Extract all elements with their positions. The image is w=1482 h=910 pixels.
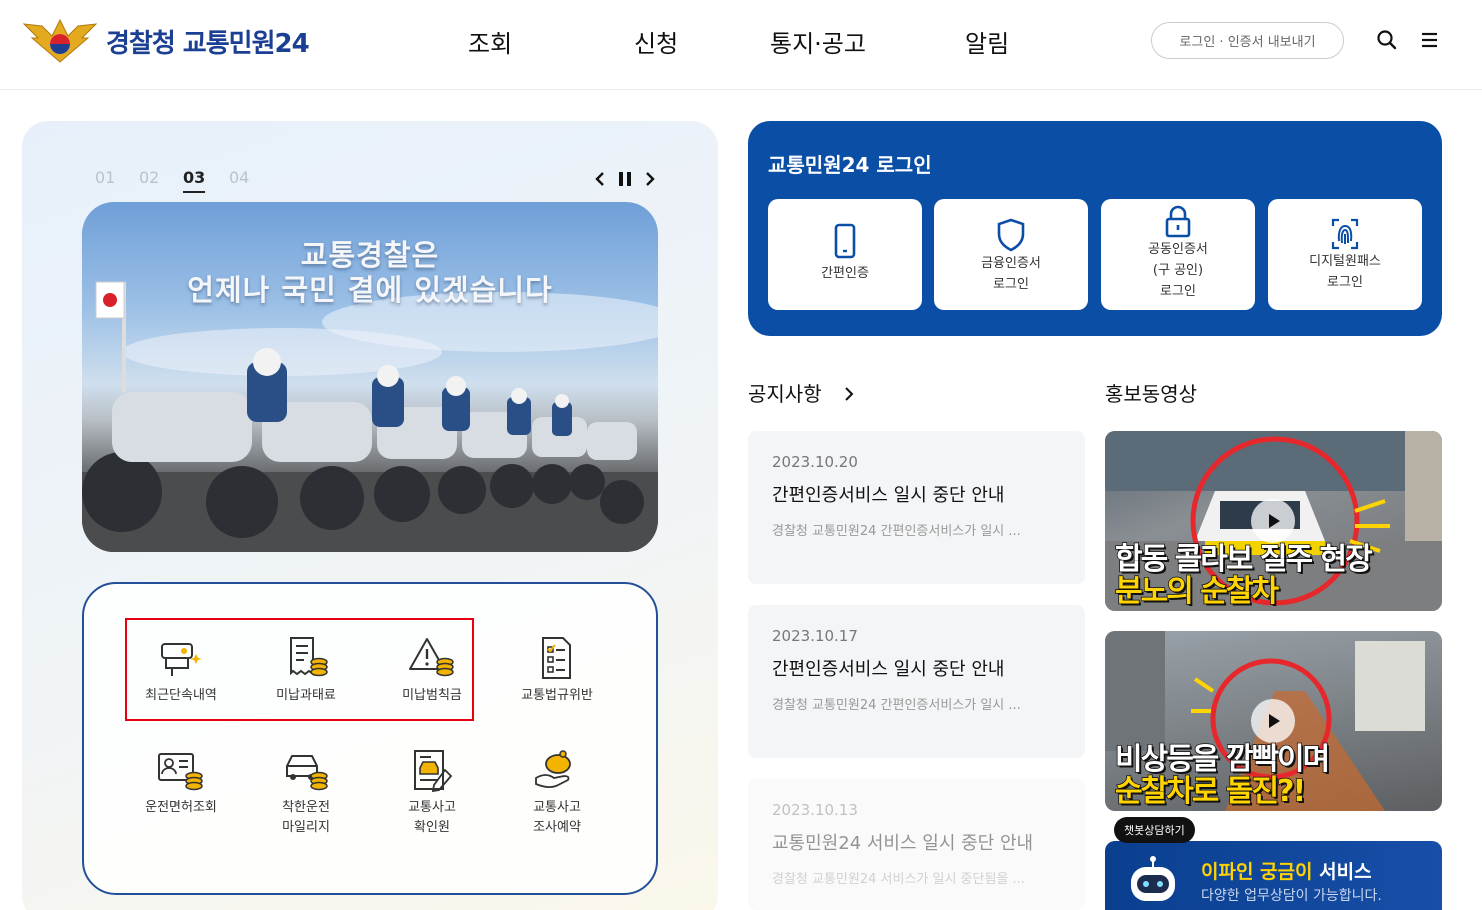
video-thumbnail[interactable]: 합동 콜라보 질주 현장 분노의 순찰차: [1105, 431, 1442, 611]
notice-item[interactable]: 2023.10.13 교통민원24 서비스 일시 중단 안내 경찰청 교통민원2…: [748, 779, 1085, 910]
nav-alerts[interactable]: 알림: [965, 24, 1009, 59]
chatbot-banner[interactable]: 이파인 궁금이 서비스 다양한 업무상담이 가능합니다.: [1105, 841, 1442, 910]
login-button-label-line2: 로그인: [1327, 275, 1363, 290]
login-button-label-line1: 디지털원패스: [1309, 254, 1381, 269]
accident-doc-icon: [414, 750, 453, 792]
notice-desc: 경찰청 교통민원24 서비스가 일시 중단됨을 ...: [772, 872, 1025, 887]
logo-text: 경찰청 교통민원24: [106, 28, 310, 59]
nav-apply[interactable]: 신청: [634, 24, 678, 59]
digital-onepass-login-button[interactable]: 디지털원패스 로그인: [1268, 199, 1422, 310]
login-card: 교통민원24 로그인 간편인증 금융인증서 로그인 공동인증서 (구 공인) 로…: [748, 121, 1442, 336]
quick-menu-label-line1: 착한운전: [282, 800, 330, 815]
login-button-label: 간편인증: [821, 266, 869, 281]
notice-title: 간편인증서비스 일시 중단 안내: [772, 659, 1005, 680]
notice-date: 2023.10.13: [772, 801, 858, 819]
notice-date: 2023.10.20: [772, 453, 858, 471]
login-button-label-line2: 로그인: [993, 277, 1029, 292]
fingerprint-icon: [1331, 218, 1359, 250]
notice-desc: 경찰청 교통민원24 간편인증서비스가 일시 ...: [772, 698, 1021, 713]
banner-headline-line1: 교통경찰은: [300, 238, 440, 272]
notice-item[interactable]: 2023.10.20 간편인증서비스 일시 중단 안내 경찰청 교통민원24 간…: [748, 431, 1085, 584]
chatbot-subtitle: 다양한 업무상담이 가능합니다.: [1201, 888, 1382, 904]
site-header: 경찰청 교통민원24 조회 신청 통지·공고 알림 로그인 · 인증서 내보내기: [0, 0, 1482, 90]
login-title: 교통민원24 로그인: [768, 153, 932, 177]
video-caption-line2: 분노의 순찰차: [1114, 574, 1280, 610]
chatbot-badge[interactable]: 챗봇상담하기: [1114, 817, 1195, 843]
quick-menu-accident-reservation[interactable]: 교통사고 조사예약: [497, 748, 617, 838]
simple-auth-login-button[interactable]: 간편인증: [768, 199, 922, 310]
joint-cert-login-button[interactable]: 공동인증서 (구 공인) 로그인: [1101, 199, 1255, 310]
search-icon[interactable]: [1376, 29, 1398, 51]
id-card-icon: [158, 753, 203, 791]
nav-notice-announce[interactable]: 통지·공고: [770, 24, 866, 59]
video-caption-line1: 합동 콜라보 질주 현장: [1114, 542, 1373, 578]
quick-menu-good-driver-mileage[interactable]: 착한운전 마일리지: [246, 748, 366, 838]
piggy-hand-icon: [535, 750, 571, 789]
banner-headline: 교통경찰은 언제나 국민 곁에 있겠습니다: [82, 238, 658, 308]
quick-menu-label-line1: 교통사고: [408, 800, 456, 815]
slide-number-1[interactable]: 01: [95, 168, 115, 187]
video-caption-line2: 순찰차로 돌진?!: [1114, 774, 1307, 810]
slide-number-3[interactable]: 03: [183, 168, 206, 193]
quick-menu-license-lookup[interactable]: 운전면허조회: [121, 748, 241, 818]
notice-section-title[interactable]: 공지사항: [748, 378, 856, 407]
login-button-label-line1: 공동인증서: [1148, 242, 1208, 257]
video-caption-line1: 비상등을 깜빡이며: [1114, 742, 1331, 778]
play-icon[interactable]: [1251, 699, 1295, 743]
banner-headline-line2: 언제나 국민 곁에 있겠습니다: [187, 273, 553, 307]
quick-menu-label: 교통사고 조사예약: [497, 798, 617, 838]
notice-title: 간편인증서비스 일시 중단 안내: [772, 485, 1005, 506]
slide-number-2[interactable]: 02: [139, 168, 159, 187]
chatbot-title: 이파인 궁금이 서비스: [1201, 857, 1372, 884]
chevron-right-icon[interactable]: [642, 170, 658, 188]
quick-menu-label: 교통법규위반: [521, 688, 593, 703]
smartphone-icon: [834, 223, 856, 259]
notice-date: 2023.10.17: [772, 627, 858, 645]
quick-menu-label-line2: 조사예약: [533, 820, 581, 835]
menu-icon[interactable]: [1419, 29, 1441, 51]
quick-menu-accident-certificate[interactable]: 교통사고 확인원: [372, 748, 492, 838]
play-icon[interactable]: [1251, 499, 1295, 543]
police-emblem-icon: [22, 18, 98, 63]
lock-icon: [1165, 205, 1191, 238]
quick-menu-label-line1: 교통사고: [533, 800, 581, 815]
login-button-label-line3: 로그인: [1160, 284, 1196, 299]
login-button-label-line2: (구 공인): [1152, 263, 1204, 278]
notice-desc: 경찰청 교통민원24 간편인증서비스가 일시 ...: [772, 524, 1021, 539]
video-thumbnail[interactable]: 비상등을 깜빡이며 순찰차로 돌진?!: [1105, 631, 1442, 811]
financial-cert-login-button[interactable]: 금융인증서 로그인: [934, 199, 1088, 310]
chevron-right-icon: [845, 387, 854, 401]
quick-menu-traffic-violation[interactable]: 교통법규위반: [497, 636, 617, 706]
notice-title: 교통민원24 서비스 일시 중단 안내: [772, 833, 1034, 854]
login-export-button[interactable]: 로그인 · 인증서 내보내기: [1151, 22, 1344, 59]
quick-menu-label-line2: 마일리지: [282, 820, 330, 835]
quick-menu-label: 운전면허조회: [145, 800, 217, 815]
checklist-icon: [542, 637, 571, 679]
shield-icon: [997, 218, 1025, 252]
quick-menu-label: 교통사고 확인원: [372, 798, 492, 838]
nav-lookup[interactable]: 조회: [468, 24, 512, 59]
car-coins-icon: [286, 755, 328, 791]
login-button-label-line1: 금융인증서: [981, 256, 1041, 271]
chevron-left-icon[interactable]: [592, 170, 608, 188]
main-banner[interactable]: 교통경찰은 언제나 국민 곁에 있겠습니다: [82, 202, 658, 552]
pause-icon[interactable]: [617, 170, 633, 188]
site-logo[interactable]: 경찰청 교통민원24: [22, 16, 310, 66]
chatbot-title-rest: 서비스: [1312, 861, 1372, 883]
notice-title-text: 공지사항: [748, 382, 822, 406]
quick-menu-label: 착한운전 마일리지: [246, 798, 366, 838]
notice-item[interactable]: 2023.10.17 간편인증서비스 일시 중단 안내 경찰청 교통민원24 간…: [748, 605, 1085, 758]
chatbot-title-highlight: 이파인 궁금이: [1201, 861, 1313, 883]
highlight-frame: [125, 618, 474, 721]
quick-menu-label-line2: 확인원: [414, 820, 450, 835]
robot-icon: [1131, 856, 1175, 901]
video-section-title: 홍보동영상: [1105, 382, 1197, 406]
slide-number-4[interactable]: 04: [229, 168, 249, 187]
